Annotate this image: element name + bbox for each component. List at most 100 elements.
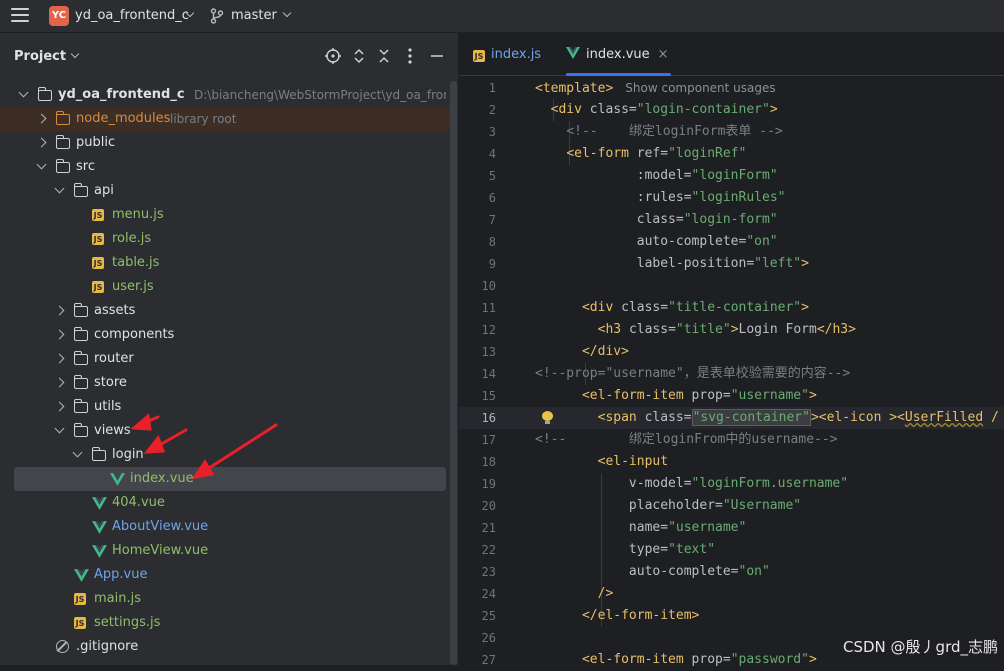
tree-item-public[interactable]: public <box>0 131 452 155</box>
tree-item-menu-js[interactable]: JS menu.js <box>0 203 452 227</box>
project-tool-window: Project yd_oa_frontend_c D:\biancheng\Web… <box>0 33 458 665</box>
line-number: 19 <box>481 477 496 491</box>
line-number: 23 <box>481 565 496 579</box>
code-line: 2 <div class="login-container"> <box>459 99 1004 121</box>
project-panel-header: Project <box>0 33 458 79</box>
line-text: <h3 class="title">Login Form</h3> <box>597 322 856 337</box>
options-icon[interactable] <box>400 46 420 66</box>
chevron-down-icon[interactable] <box>72 447 83 458</box>
tree-item-gitignore[interactable]: .gitignore <box>0 635 452 659</box>
minimize-icon[interactable] <box>427 46 447 66</box>
folder-icon <box>73 183 88 197</box>
line-number: 8 <box>488 235 496 249</box>
project-switcher[interactable]: YC yd_oa_frontend_c <box>47 0 195 32</box>
tree-item-label: settings.js <box>94 615 161 630</box>
js-file-icon: JS <box>473 50 485 62</box>
tree-item-label: main.js <box>94 591 141 606</box>
line-text: :rules="loginRules" <box>636 190 786 205</box>
tree-item-homeview-vue[interactable]: HomeView.vue <box>0 539 452 563</box>
code-line: 18 <el-input <box>459 451 1004 473</box>
line-text: <el-form-item prop="password"> <box>581 652 817 667</box>
line-text: <div class="login-container"> <box>550 102 778 117</box>
tree-item-label: user.js <box>112 279 154 294</box>
tree-item-views[interactable]: views <box>0 419 452 443</box>
chevron-right-icon[interactable] <box>36 113 47 124</box>
folder-icon <box>37 87 52 101</box>
chevron-right-icon[interactable] <box>54 377 65 388</box>
component-usages-hint[interactable]: Show component usages <box>625 81 775 95</box>
chevron-right-icon[interactable] <box>54 353 65 364</box>
tree-item-404-vue[interactable]: 404.vue <box>0 491 452 515</box>
line-text: class="login-form" <box>636 212 778 227</box>
tree-item-hint: D:\biancheng\WebStormProject\yd_oa_front… <box>194 88 446 102</box>
chevron-down-icon[interactable] <box>36 159 47 170</box>
line-text: auto-complete="on" <box>628 564 770 579</box>
tree-item-table-js[interactable]: JS table.js <box>0 251 452 275</box>
tree-item-settings-js[interactable]: JS settings.js <box>0 611 452 635</box>
line-number: 2 <box>488 103 496 117</box>
chevron-down-icon[interactable] <box>18 87 29 98</box>
line-number: 1 <box>488 81 496 95</box>
tree-item-src[interactable]: src <box>0 155 452 179</box>
chevron-down-icon[interactable] <box>54 183 65 194</box>
line-number: 9 <box>488 257 496 271</box>
project-name: yd_oa_frontend_c <box>75 8 189 23</box>
folder-icon <box>73 399 88 413</box>
code-line: 11 <div class="title-container"> <box>459 297 1004 319</box>
branch-icon <box>210 8 224 24</box>
vue-file-icon <box>110 473 125 486</box>
tree-item-api[interactable]: api <box>0 179 452 203</box>
chevron-right-icon[interactable] <box>54 329 65 340</box>
close-icon[interactable]: × <box>658 47 669 62</box>
tree-item-label: assets <box>94 303 136 318</box>
line-number: 26 <box>481 631 496 645</box>
tree-item-user-js[interactable]: JS user.js <box>0 275 452 299</box>
chevron-right-icon[interactable] <box>36 137 47 148</box>
chevron-right-icon[interactable] <box>54 305 65 316</box>
tree-item-router[interactable]: router <box>0 347 452 371</box>
tree-item-aboutview-vue[interactable]: AboutView.vue <box>0 515 452 539</box>
code-line: 14 <!--prop="username"，是表单校验需要的内容--> <box>459 363 1004 385</box>
folder-icon <box>73 423 88 437</box>
vcs-branch-switcher[interactable]: master <box>208 0 292 32</box>
chevron-down-icon[interactable] <box>54 423 65 434</box>
expand-collapse-icon[interactable] <box>349 46 369 66</box>
code-line: 19 v-model="loginForm.username" <box>459 473 1004 495</box>
tree-scrollbar[interactable] <box>450 81 457 665</box>
main-menu-icon[interactable] <box>11 8 29 24</box>
line-number: 11 <box>481 301 496 315</box>
line-text: label-position="left"> <box>636 256 809 271</box>
tree-item-assets[interactable]: assets <box>0 299 452 323</box>
code-line: 1 <template> Show component usages <box>459 77 1004 99</box>
tree-item-utils[interactable]: utils <box>0 395 452 419</box>
chevron-right-icon[interactable] <box>54 401 65 412</box>
watermark: CSDN @殷丿grd_志鹏 <box>843 638 998 656</box>
collapse-all-icon[interactable] <box>374 46 394 66</box>
tab-index-vue[interactable]: index.vue × <box>566 33 671 76</box>
code-line: 15 <el-form-item prop="username"> <box>459 385 1004 407</box>
js-file-icon: JS <box>92 281 104 293</box>
line-text: placeholder="Username" <box>628 498 802 513</box>
tree-item-role-js[interactable]: JS role.js <box>0 227 452 251</box>
tree-item-label: components <box>94 327 175 342</box>
line-number: 16 <box>481 411 496 425</box>
tab-index-js[interactable]: JS index.js <box>473 33 541 75</box>
folder-icon <box>73 351 88 365</box>
tree-item-main-js[interactable]: JS main.js <box>0 587 452 611</box>
tree-item-yd-oa-frontend-c[interactable]: yd_oa_frontend_c D:\biancheng\WebStormPro… <box>0 83 452 107</box>
line-number: 5 <box>488 169 496 183</box>
tree-item-label: src <box>76 159 95 174</box>
vue-file-icon <box>74 569 89 582</box>
code-line: 9 label-position="left"> <box>459 253 1004 275</box>
tree-item-node-modules[interactable]: node_modules library root <box>0 107 452 131</box>
tree-item-components[interactable]: components <box>0 323 452 347</box>
tree-item-login[interactable]: login <box>0 443 452 467</box>
crosshair-icon[interactable] <box>323 46 343 66</box>
tree-item-store[interactable]: store <box>0 371 452 395</box>
js-file-icon: JS <box>74 617 86 629</box>
editor-area: JS index.js index.vue × 1 <template> Show co… <box>459 33 1004 667</box>
tree-item-app-vue[interactable]: App.vue <box>0 563 452 587</box>
line-number: 7 <box>488 213 496 227</box>
project-view-selector[interactable]: Project <box>14 49 80 64</box>
tree-item-index-vue[interactable]: index.vue <box>14 467 446 491</box>
